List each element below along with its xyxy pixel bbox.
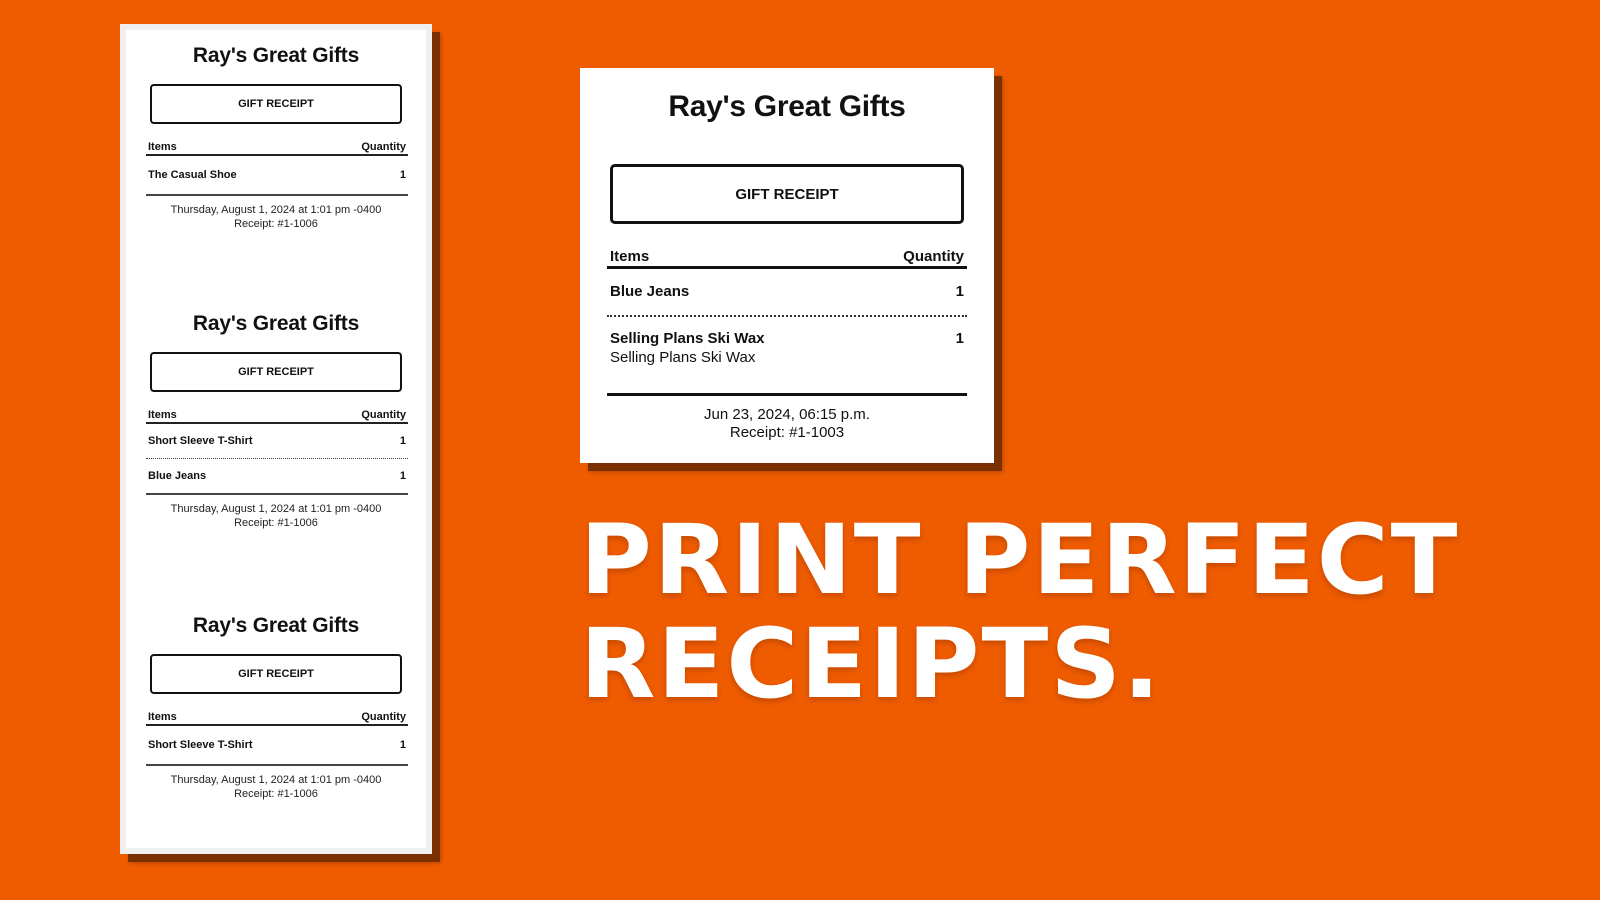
receipt-datetime: Thursday, August 1, 2024 at 1:01 pm -040… (170, 774, 382, 786)
table-row: Blue Jeans 1 (146, 459, 408, 493)
item-variant: Selling Plans Ski Wax (610, 349, 756, 366)
gift-receipt-badge: GIFT RECEIPT (150, 84, 402, 124)
headline: PRINT PERFECT RECEIPTS. (580, 508, 1459, 716)
headline-line-2: RECEIPTS. (580, 608, 1163, 720)
divider (146, 764, 408, 766)
headline-line-1: PRINT PERFECT (580, 504, 1460, 616)
divider (146, 194, 408, 196)
store-name: Ray's Great Gifts (668, 90, 906, 123)
table-row: Short Sleeve T-Shirt 1 (146, 424, 408, 459)
items-header: Items (610, 248, 650, 265)
receipt-number: Receipt: #1-1003 (729, 424, 845, 441)
gift-receipt-badge: GIFT RECEIPT (610, 164, 964, 224)
gift-receipt-2: Ray's Great Gifts GIFT RECEIPT Items Qua… (126, 312, 426, 530)
receipt-number: Receipt: #1-1006 (234, 788, 318, 800)
store-name: Ray's Great Gifts (192, 614, 360, 637)
items-header: Items (148, 409, 177, 421)
gift-receipt-large: Ray's Great Gifts GIFT RECEIPT Items Qua… (580, 68, 994, 463)
gift-receipt-strip: Ray's Great Gifts GIFT RECEIPT Items Qua… (120, 24, 432, 854)
items-table-header: Items Quantity (146, 141, 408, 156)
item-qty: 1 (955, 283, 964, 300)
item-name: Blue Jeans (610, 283, 690, 300)
item-qty: 1 (399, 739, 406, 751)
items-header: Items (148, 711, 177, 723)
receipt-meta: Thursday, August 1, 2024 at 1:01 pm -040… (126, 773, 426, 801)
item-qty: 1 (399, 470, 406, 482)
quantity-header: Quantity (361, 141, 406, 153)
receipt-number: Receipt: #1-1006 (234, 517, 318, 529)
item-name: Blue Jeans (148, 470, 207, 482)
table-row: Blue Jeans 1 (607, 268, 967, 317)
receipt-meta: Thursday, August 1, 2024 at 1:01 pm -040… (126, 502, 426, 530)
table-row: Short Sleeve T-Shirt 1 (146, 726, 408, 764)
receipt-meta: Jun 23, 2024, 06:15 p.m. Receipt: #1-100… (580, 406, 994, 442)
item-qty: 1 (399, 435, 406, 447)
items-table-header: Items Quantity (607, 248, 967, 269)
items-table-header: Items Quantity (146, 409, 408, 424)
gift-receipt-badge: GIFT RECEIPT (150, 352, 402, 392)
quantity-header: Quantity (903, 248, 964, 265)
quantity-header: Quantity (361, 711, 406, 723)
receipt-datetime: Thursday, August 1, 2024 at 1:01 pm -040… (170, 204, 382, 216)
divider (146, 493, 408, 495)
item-name: Short Sleeve T-Shirt (148, 739, 253, 751)
gift-receipt-1: Ray's Great Gifts GIFT RECEIPT Items Qua… (126, 44, 426, 231)
store-name: Ray's Great Gifts (192, 44, 360, 67)
item-name: Selling Plans Ski Wax (610, 330, 765, 347)
item-name: Short Sleeve T-Shirt (148, 435, 253, 447)
store-name: Ray's Great Gifts (192, 312, 360, 335)
receipt-number: Receipt: #1-1006 (234, 218, 318, 230)
table-row: Selling Plans Ski Wax Selling Plans Ski … (607, 330, 967, 366)
table-row: The Casual Shoe 1 (146, 156, 408, 194)
gift-receipt-3: Ray's Great Gifts GIFT RECEIPT Items Qua… (126, 614, 426, 801)
divider (607, 393, 967, 396)
receipt-datetime: Jun 23, 2024, 06:15 p.m. (704, 406, 870, 423)
item-qty: 1 (399, 169, 406, 181)
gift-receipt-badge: GIFT RECEIPT (150, 654, 402, 694)
receipt-datetime: Thursday, August 1, 2024 at 1:01 pm -040… (170, 503, 382, 515)
quantity-header: Quantity (361, 409, 406, 421)
receipt-meta: Thursday, August 1, 2024 at 1:01 pm -040… (126, 203, 426, 231)
item-qty: 1 (955, 330, 964, 347)
items-table-header: Items Quantity (146, 711, 408, 726)
items-header: Items (148, 141, 177, 153)
item-name: The Casual Shoe (148, 169, 237, 181)
